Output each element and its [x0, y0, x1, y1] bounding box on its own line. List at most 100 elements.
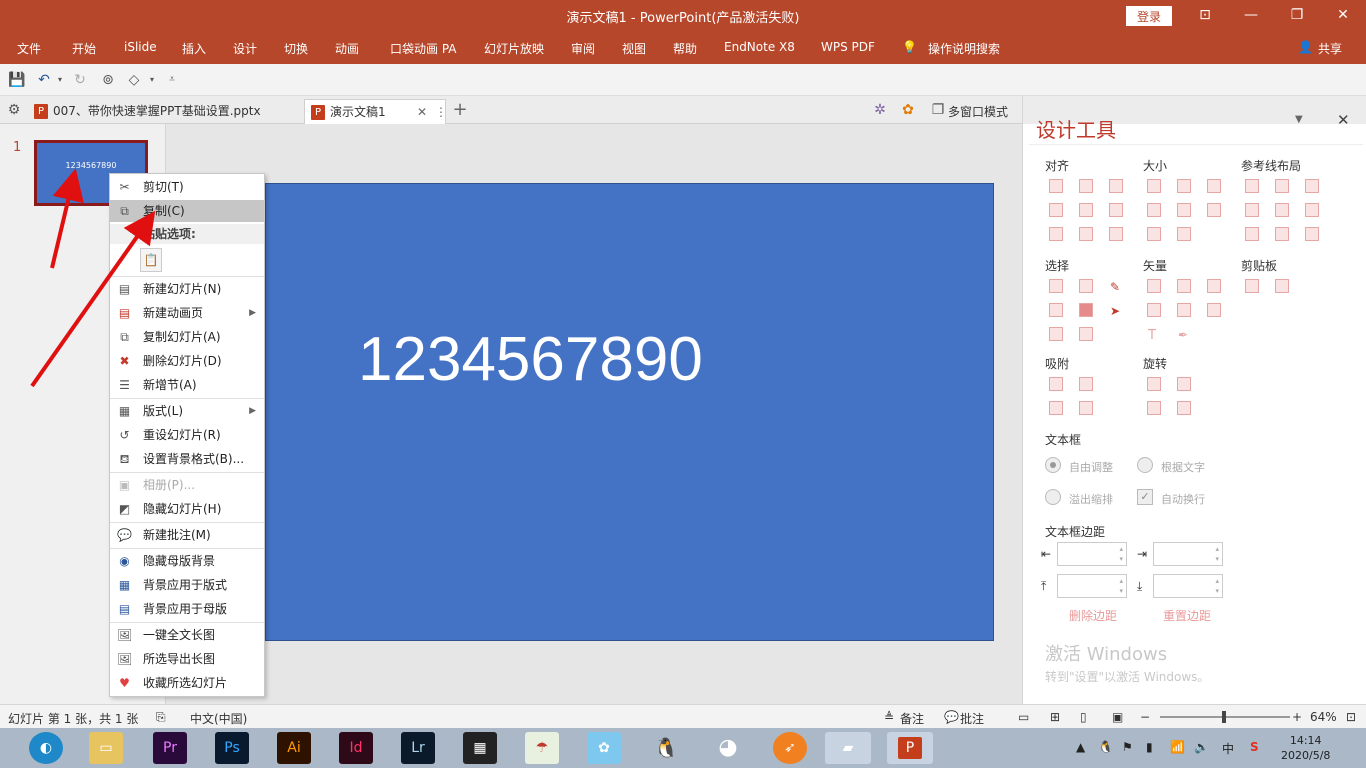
align-center-icon[interactable] — [1079, 179, 1093, 193]
settings-icon[interactable]: ✿ — [900, 102, 916, 118]
menu-item-cut[interactable]: ✂ 剪切(T) — [110, 176, 264, 198]
select-icon[interactable] — [1079, 303, 1093, 317]
undo-dropdown-icon[interactable]: ▾ — [52, 72, 68, 88]
text-vector-icon[interactable]: T — [1147, 327, 1161, 343]
menu-item-reset-slide[interactable]: ↺ 重设幻灯片(R) — [110, 424, 264, 446]
redo-icon[interactable]: ↻ — [72, 72, 88, 88]
size-icon[interactable] — [1177, 203, 1191, 217]
guide-icon[interactable] — [1305, 203, 1319, 217]
align-left-icon[interactable] — [1049, 179, 1063, 193]
file-explorer-icon[interactable]: ▭ — [89, 732, 123, 764]
menu-item-apply-bg-master[interactable]: ▤ 背景应用于母版 — [110, 598, 264, 620]
cursor-icon[interactable]: ➤ — [1109, 303, 1123, 318]
vector-icon[interactable] — [1207, 303, 1221, 317]
menu-item-hide-master-background[interactable]: ◉ 隐藏母版背景 — [110, 550, 264, 572]
distribute-vertical-icon[interactable] — [1079, 227, 1093, 241]
ribbon-display-icon[interactable]: ⊡ — [1182, 0, 1228, 32]
align-middle-icon[interactable] — [1079, 203, 1093, 217]
tray-qq-icon[interactable]: 🐧 — [1098, 740, 1113, 754]
tab-animations[interactable]: 动画 — [335, 40, 359, 57]
brush-icon[interactable]: ✒ — [1177, 327, 1191, 342]
comments-button[interactable]: 批注 — [960, 710, 984, 727]
guide-icon[interactable] — [1275, 203, 1289, 217]
menu-item-long-image-all[interactable]: 🖼 一键全文长图 — [110, 624, 264, 646]
doc-tab-007[interactable]: P 007、带你快速掌握PPT基础设置.pptx — [28, 99, 304, 124]
tray-sogou-icon[interactable]: S — [1250, 740, 1259, 754]
delete-margin-button[interactable]: 删除边距 — [1069, 607, 1117, 624]
tab-more-icon[interactable]: ⋮ — [435, 100, 447, 124]
size-icon[interactable] — [1177, 227, 1191, 241]
tray-battery-icon[interactable]: ▮ — [1146, 740, 1153, 754]
wrap-checkbox[interactable]: ✓ — [1137, 489, 1153, 505]
same-height-icon[interactable] — [1177, 179, 1191, 193]
doc-tab-presentation1[interactable]: P 演示文稿1 ✕ ⋮ — [304, 99, 447, 124]
snap-icon[interactable] — [1079, 377, 1093, 391]
app-orange-icon[interactable]: ➶ — [773, 732, 807, 764]
rotate-icon[interactable] — [1177, 377, 1191, 391]
menu-item-layout[interactable]: ▦ 版式(L) ▶ — [110, 400, 264, 422]
video-editor-icon[interactable]: ▦ — [463, 732, 497, 764]
pane-close-icon[interactable]: ✕ — [1337, 111, 1350, 129]
vector-icon[interactable] — [1147, 279, 1161, 293]
photoshop-icon[interactable]: Ps — [215, 732, 249, 764]
new-tab-icon[interactable]: + — [452, 101, 468, 119]
shapes-dropdown-icon[interactable]: ▾ — [144, 72, 160, 88]
guide-icon[interactable] — [1305, 227, 1319, 241]
zoom-level[interactable]: 64% — [1310, 710, 1337, 724]
chrome-icon[interactable]: ◕ — [711, 732, 745, 764]
close-tab-icon[interactable]: ✕ — [417, 100, 427, 124]
size-icon[interactable] — [1147, 227, 1161, 241]
shapes-icon[interactable]: ◇ — [126, 72, 142, 88]
start-button-icon[interactable]: ◐ — [29, 732, 63, 764]
flip-icon[interactable] — [1177, 401, 1191, 415]
guide-icon[interactable] — [1305, 179, 1319, 193]
tell-me-search[interactable]: 操作说明搜索 — [928, 40, 1000, 57]
menu-item-duplicate-slide[interactable]: ⧉ 复制幻灯片(A) — [110, 326, 264, 348]
pane-dropdown-icon[interactable]: ▼ — [1295, 114, 1303, 125]
guide-icon[interactable] — [1245, 203, 1259, 217]
tab-slideshow[interactable]: 幻灯片放映 — [484, 40, 544, 57]
margin-top-input[interactable] — [1057, 574, 1127, 598]
notes-button[interactable]: 备注 — [900, 710, 924, 727]
reset-margin-button[interactable]: 重置边距 — [1163, 607, 1211, 624]
tab-pocket-animation[interactable]: 口袋动画 PA — [390, 40, 457, 57]
snap-icon[interactable] — [1049, 377, 1063, 391]
align-right-icon[interactable] — [1109, 179, 1123, 193]
lightroom-icon[interactable]: Lr — [401, 732, 435, 764]
multi-window-button[interactable]: 多窗口模式 — [948, 103, 1008, 120]
guide-icon[interactable] — [1245, 227, 1259, 241]
menu-item-hide-slide[interactable]: ◩ 隐藏幻灯片(H) — [110, 498, 264, 520]
menu-item-new-comment[interactable]: 💬 新建批注(M) — [110, 524, 264, 546]
menu-item-new-animation-page[interactable]: ▤ 新建动画页 ▶ — [110, 302, 264, 324]
customize-qat-icon[interactable]: ⩡ — [164, 72, 180, 88]
same-size-icon[interactable] — [1207, 179, 1221, 193]
menu-item-new-slide[interactable]: ▤ 新建幻灯片(N) — [110, 278, 264, 300]
clipboard-paste-icon[interactable] — [1275, 279, 1289, 293]
clipboard-copy-icon[interactable] — [1245, 279, 1259, 293]
tab-help[interactable]: 帮助 — [673, 40, 697, 57]
reading-view-icon[interactable]: ▯ — [1080, 710, 1087, 724]
rotate-icon[interactable] — [1147, 377, 1161, 391]
menu-item-export-long-image[interactable]: 🖼 所选导出长图 — [110, 648, 264, 670]
slide[interactable]: 1234567890 — [265, 183, 994, 641]
normal-view-icon[interactable]: ▭ — [1018, 710, 1029, 724]
tab-wps-pdf[interactable]: WPS PDF — [821, 40, 875, 54]
qq-icon[interactable]: 🐧 — [649, 732, 683, 764]
fit-text-radio[interactable] — [1137, 457, 1153, 473]
paste-keep-format-icon[interactable]: 📋 — [140, 248, 162, 272]
menu-item-apply-bg-layout[interactable]: ▦ 背景应用于版式 — [110, 574, 264, 596]
menu-item-format-background[interactable]: ⛾ 设置背景格式(B)... — [110, 448, 264, 470]
distribute-grid-icon[interactable] — [1109, 227, 1123, 241]
tab-view[interactable]: 视图 — [622, 40, 646, 57]
vector-icon[interactable] — [1177, 303, 1191, 317]
distribute-horizontal-icon[interactable] — [1049, 227, 1063, 241]
select-icon[interactable] — [1079, 327, 1093, 341]
app-bird-icon[interactable]: ✿ — [587, 732, 621, 764]
zoom-in-icon[interactable]: + — [1292, 710, 1302, 724]
indesign-icon[interactable]: Id — [339, 732, 373, 764]
magic-select-icon[interactable]: ✎ — [1109, 279, 1123, 294]
tab-file[interactable]: 文件 — [17, 40, 41, 57]
snap-icon[interactable] — [1079, 401, 1093, 415]
select-icon[interactable] — [1049, 303, 1063, 317]
zoom-slider-thumb[interactable] — [1222, 711, 1226, 723]
